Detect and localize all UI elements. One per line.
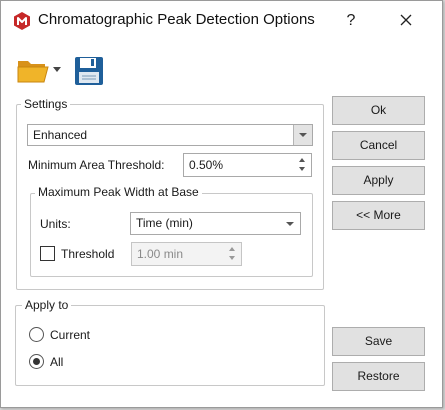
radio-current-label[interactable]: Current (50, 328, 90, 342)
folder-open-icon[interactable] (17, 57, 49, 83)
chevron-down-icon[interactable] (286, 222, 294, 226)
help-button[interactable]: ? (338, 9, 364, 33)
spin-up-button[interactable] (227, 245, 239, 254)
restore-button[interactable]: Restore (332, 362, 425, 391)
radio-all[interactable] (29, 354, 44, 369)
radio-selected-dot (33, 358, 40, 365)
cancel-button[interactable]: Cancel (332, 131, 425, 160)
close-icon[interactable] (393, 9, 419, 33)
peak-detection-dialog: Chromatographic Peak Detection Options ?… (0, 0, 443, 408)
detection-mode-dropdown-button[interactable] (293, 125, 312, 145)
apply-to-title: Apply to (22, 298, 72, 312)
threshold-spinbox[interactable]: 1.00 min (131, 242, 242, 266)
arrow-up-icon (229, 247, 235, 251)
arrow-up-icon (299, 158, 305, 162)
detection-mode-value: Enhanced (33, 128, 88, 142)
max-peak-width-title: Maximum Peak Width at Base (35, 185, 202, 199)
units-select[interactable]: Time (min) (130, 212, 301, 235)
spin-down-button[interactable] (227, 254, 239, 263)
title-bar[interactable]: Chromatographic Peak Detection Options ? (1, 1, 442, 41)
threshold-label: Threshold (61, 247, 115, 261)
apply-to-group (15, 305, 325, 386)
min-area-label: Minimum Area Threshold: (28, 158, 165, 172)
save-disk-icon[interactable] (74, 56, 104, 86)
threshold-value: 1.00 min (137, 247, 184, 261)
radio-current[interactable] (29, 327, 44, 342)
save-button[interactable]: Save (332, 327, 425, 356)
min-area-value: 0.50% (189, 158, 224, 172)
units-label: Units: (40, 217, 71, 231)
chevron-down-icon (299, 133, 307, 137)
spin-up-button[interactable] (297, 156, 309, 165)
min-area-spinbox[interactable]: 0.50% (183, 153, 312, 177)
threshold-checkbox[interactable] (40, 246, 55, 261)
units-value: Time (min) (136, 216, 193, 230)
arrow-down-icon (299, 167, 305, 171)
detection-mode-select[interactable]: Enhanced (27, 124, 313, 146)
settings-group-title: Settings (21, 97, 71, 111)
spin-down-button[interactable] (297, 165, 309, 174)
radio-all-label[interactable]: All (50, 355, 63, 369)
apply-button[interactable]: Apply (332, 166, 425, 195)
more-button[interactable]: << More (332, 201, 425, 230)
arrow-down-icon (229, 256, 235, 260)
window-title: Chromatographic Peak Detection Options (38, 11, 315, 28)
chevron-down-icon[interactable] (53, 67, 61, 73)
ok-button[interactable]: Ok (332, 96, 425, 125)
app-logo-icon (14, 12, 30, 30)
